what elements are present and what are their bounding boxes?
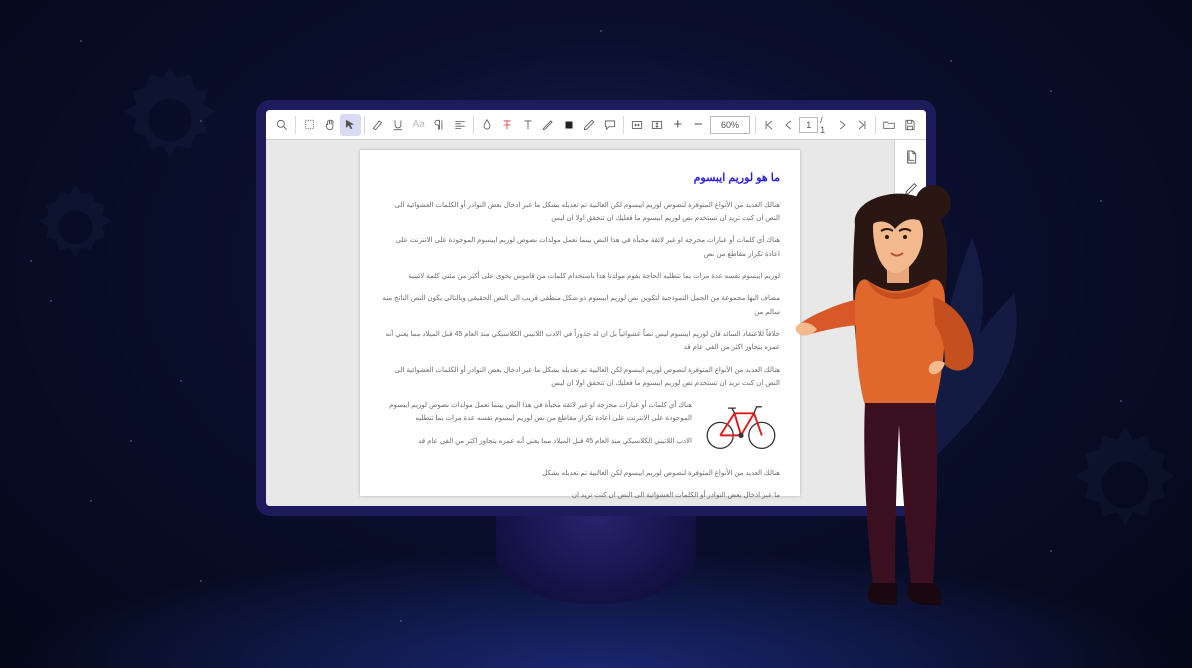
draw-icon[interactable] [579, 114, 599, 136]
person-illustration [795, 185, 1005, 620]
search-icon[interactable] [272, 114, 292, 136]
document-page: ما هو لوريم ايبسوم هنالك العديد من الأنو… [360, 150, 800, 496]
pen-icon[interactable] [538, 114, 558, 136]
align-icon[interactable] [449, 114, 469, 136]
zoom-out-icon[interactable]: − [688, 114, 708, 136]
fit-width-icon[interactable] [627, 114, 647, 136]
text-format-icon[interactable]: Aa [408, 114, 428, 136]
hand-tool-icon[interactable] [320, 114, 340, 136]
cursor-tool-icon[interactable] [340, 114, 360, 136]
paragraph: مضاف اليها مجموعة من الجمل النموذجية لتك… [380, 292, 780, 319]
highlighter-icon[interactable] [368, 114, 388, 136]
paragraph: هناك أي كلمات أو عبارات محرجة او غير لائ… [380, 399, 692, 426]
pages-panel-icon[interactable] [902, 148, 920, 166]
paragraph: هنالك العديد من الأنواع المتوفرة لنصوص ل… [380, 467, 780, 480]
fit-page-icon[interactable] [647, 114, 667, 136]
comment-icon[interactable] [599, 114, 619, 136]
paragraph: الادب اللاتيني الكلاسيكي منذ العام 45 قب… [380, 435, 692, 448]
toolbar: Aa + − 60% 1 / 1 [266, 110, 926, 140]
zoom-in-icon[interactable]: + [668, 114, 688, 136]
paragraph: هنالك العديد من الأنواع المتوفرة لنصوص ل… [380, 199, 780, 226]
gear-decor-icon [1060, 420, 1190, 550]
first-page-icon[interactable] [759, 114, 779, 136]
page-total-label: / 1 [818, 115, 831, 135]
text-tool-icon[interactable] [518, 114, 538, 136]
page-number-input[interactable]: 1 [799, 117, 818, 133]
gear-decor-icon [28, 180, 123, 275]
paragraph: هناك أي كلمات أو عبارات محرجة او غير لائ… [380, 234, 780, 261]
selection-tool-icon[interactable] [299, 114, 319, 136]
bicycle-image [702, 399, 780, 451]
paragraph-icon[interactable] [429, 114, 449, 136]
color-icon[interactable] [558, 114, 578, 136]
next-page-icon[interactable] [831, 114, 851, 136]
prev-page-icon[interactable] [779, 114, 799, 136]
ink-icon[interactable] [477, 114, 497, 136]
paragraph: لوريم ايبسوم نفسه عدة مرات بما تتطلبه ال… [380, 270, 780, 283]
save-icon[interactable] [900, 114, 920, 136]
gear-decor-icon [110, 60, 230, 180]
paragraph: هنالك العديد من الأنواع المتوفرة لنصوص ل… [380, 364, 780, 391]
last-page-icon[interactable] [852, 114, 872, 136]
paragraph: خلافاً للاعتقاد السائد فان لوريم ايبسوم … [380, 328, 780, 355]
zoom-value-input[interactable]: 60% [710, 116, 749, 134]
paragraph: ما عبر ادخال بعض النوادر أو الكلمات العش… [380, 489, 780, 502]
underline-icon[interactable] [388, 114, 408, 136]
strikethrough-icon[interactable] [497, 114, 517, 136]
open-file-icon[interactable] [879, 114, 899, 136]
document-title: ما هو لوريم ايبسوم [380, 168, 780, 189]
